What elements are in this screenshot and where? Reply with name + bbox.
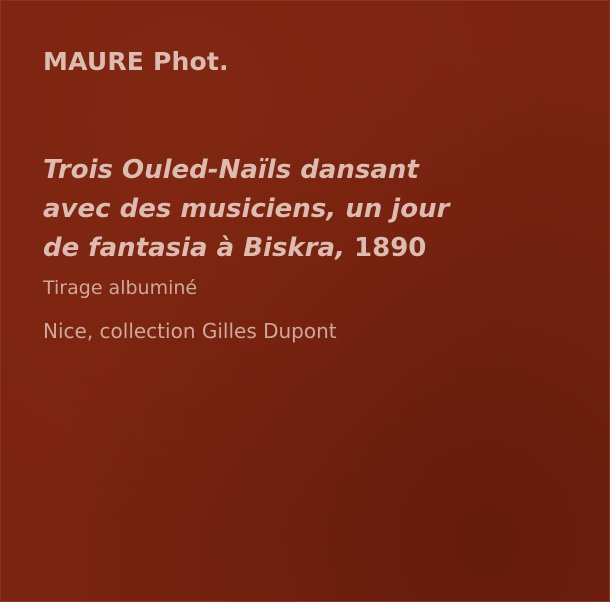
label-text-block: MAURE Phot. Trois Ouled-Naïls dansant av… xyxy=(43,45,583,346)
author-credit: MAURE Phot. xyxy=(43,47,229,76)
title-line-2: avec des musiciens, un jour xyxy=(43,194,450,224)
artwork-title: Trois Ouled-Naïls dansant avec des music… xyxy=(43,151,583,268)
artwork-year: 1890 xyxy=(354,233,427,263)
artwork-technique: Tirage albuminé xyxy=(43,277,198,299)
artwork-collection: Nice, collection Gilles Dupont xyxy=(43,319,337,343)
title-line-3: de fantasia à Biskra, xyxy=(43,233,345,263)
museum-label-card: MAURE Phot. Trois Ouled-Naïls dansant av… xyxy=(0,0,610,602)
title-line-1: Trois Ouled-Naïls dansant xyxy=(43,155,419,185)
